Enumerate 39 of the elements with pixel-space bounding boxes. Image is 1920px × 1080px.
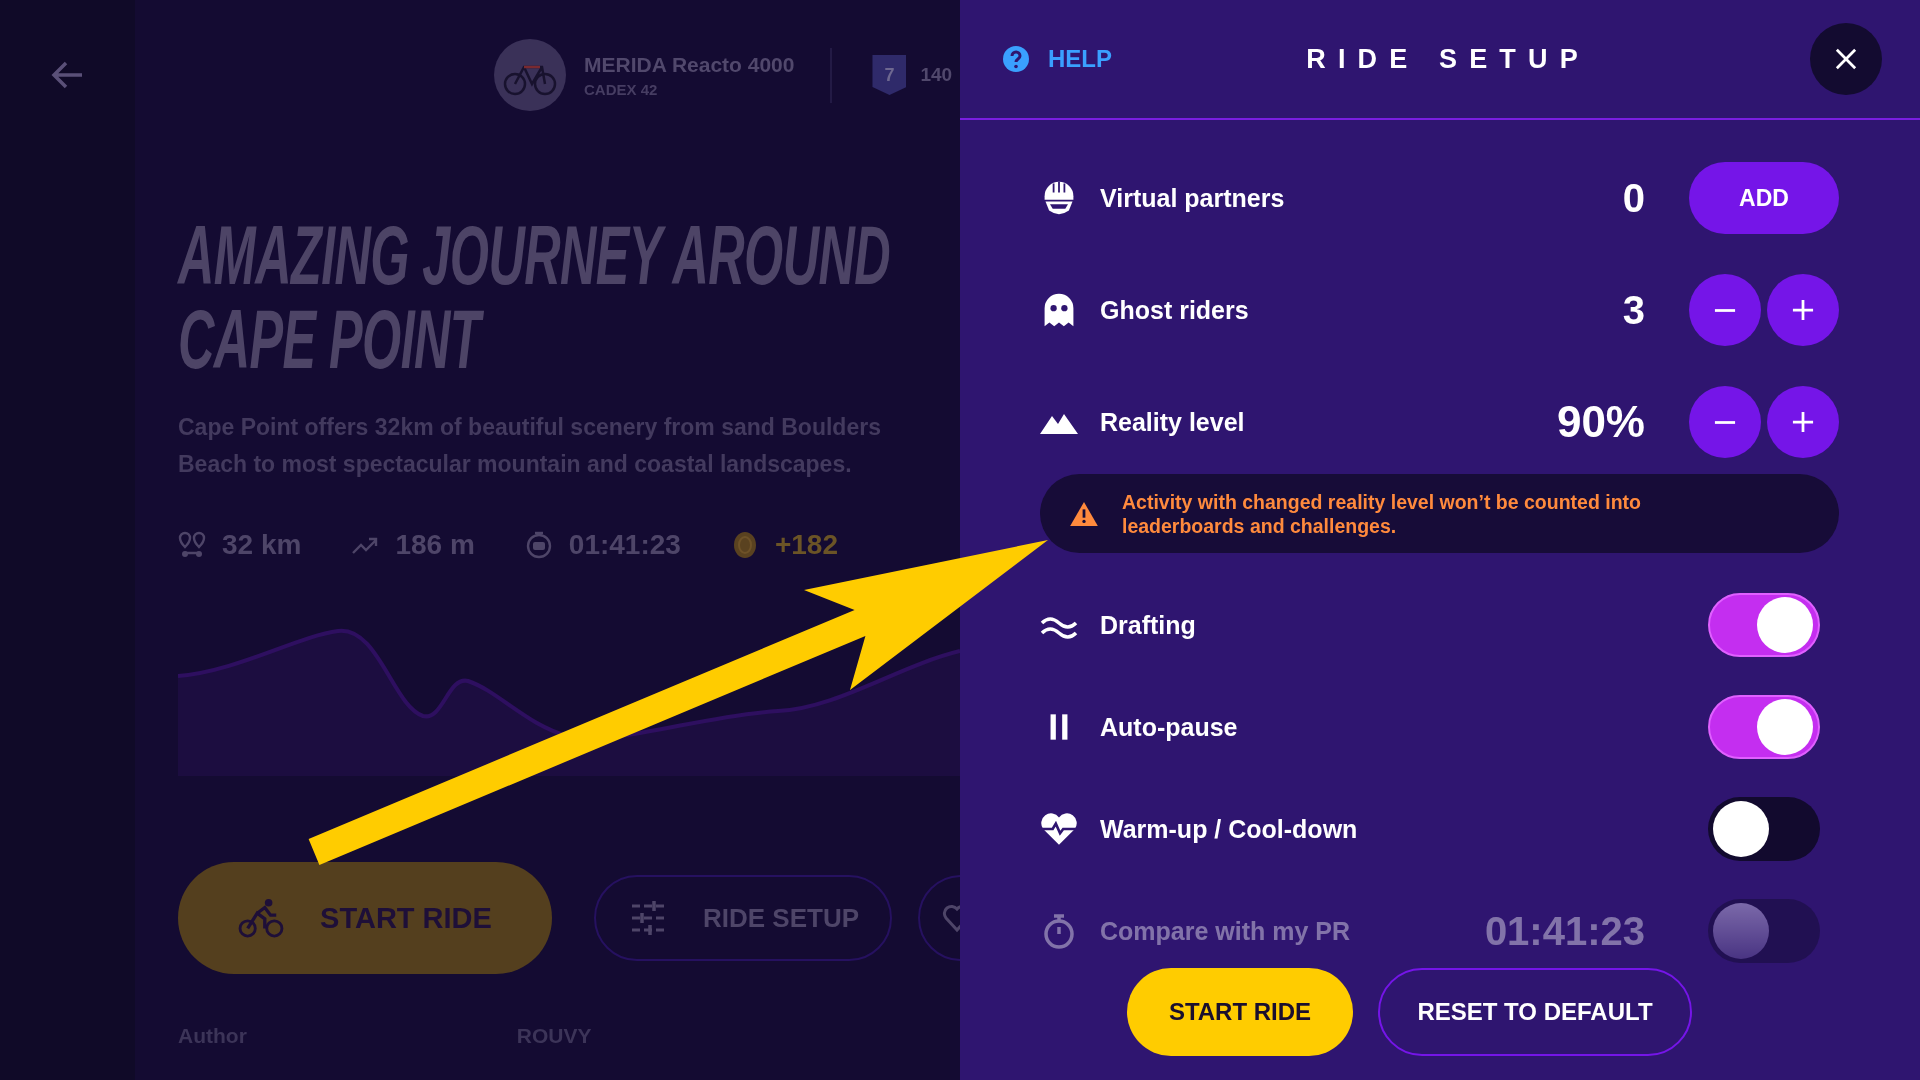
warning-icon [1070,501,1098,526]
minus-icon [1714,420,1736,424]
help-link[interactable]: HELP [1002,45,1112,73]
setting-value: 3 [1622,287,1645,333]
setting-label: Auto-pause [1100,712,1238,742]
reset-button[interactable]: RESET TO DEFAULT [1378,968,1692,1056]
panel-title: RIDE SETUP [1305,43,1590,75]
stat-value: +182 [774,529,838,561]
start-ride-button[interactable]: START RIDE [1127,968,1353,1056]
stopwatch-pb-icon [524,531,553,559]
level-badge: 7 [872,55,907,95]
warning-text: Activity with changed reality level won’t be counted into leaderboards and challenges. [1122,489,1642,538]
close-icon [1835,48,1857,70]
setting-value: 0 [1622,175,1645,221]
bike-name: MERIDA Reacto 4000 [584,52,795,77]
heartbeat-icon [1040,811,1078,847]
help-icon [1002,45,1030,73]
stat-value: 32 km [222,529,302,561]
setting-label: Drafting [1100,610,1196,640]
setting-label: Warm-up / Cool-down [1100,814,1358,844]
plus-icon [1792,411,1814,433]
setting-label: Ghost riders [1100,295,1249,325]
toggle-switch[interactable] [1708,695,1820,759]
setting-label: Compare with my PR [1100,916,1351,946]
bicycle-avatar-icon [494,39,566,111]
toggle-switch[interactable] [1708,593,1820,657]
route-pins-icon [178,531,206,559]
stat-value: 01:41:23 [568,529,681,561]
cyclist-icon [238,898,285,938]
setting-value: 01:41:23 [1484,908,1645,954]
setting-label: Virtual partners [1100,183,1285,213]
points-text: 140 [920,64,953,86]
stat-value: 186 m [395,529,475,561]
add-button[interactable]: ADD [1689,162,1839,234]
plus-icon [1792,299,1814,321]
minus-icon [1714,308,1736,312]
setting-value: 90% [1556,397,1645,447]
back-arrow-icon[interactable] [50,60,84,90]
setting-label: Reality level [1100,407,1245,437]
